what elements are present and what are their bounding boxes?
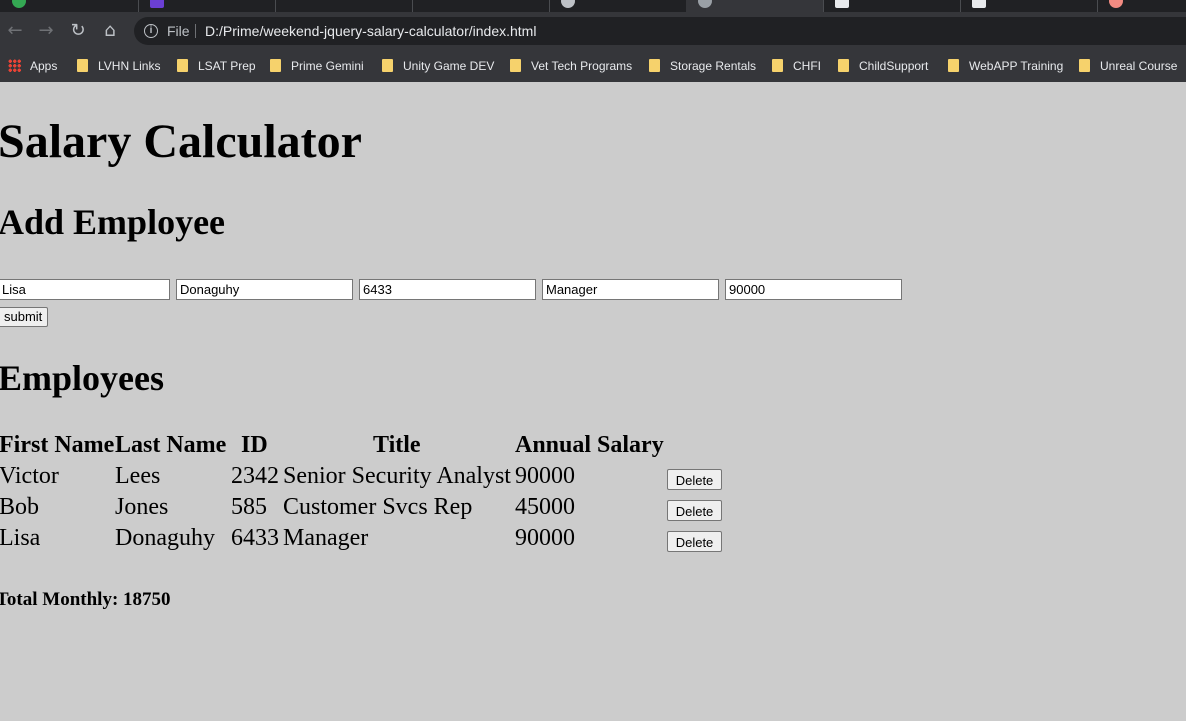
column-header-first-name: First Name [0,432,115,458]
bookmark-folder[interactable]: Storage Rentals [649,56,756,76]
cell-id: 585 [231,494,267,520]
bookmark-label: Storage Rentals [670,59,757,73]
bookmark-label: Prime Gemini [291,59,364,73]
cell-last-name: Lees [115,463,161,489]
tab-favicon-icon [698,0,712,8]
cell-first-name: Lisa [0,525,41,551]
folder-icon [948,59,959,72]
bookmark-folder[interactable]: WebAPP Training [948,56,1063,76]
bookmark-label: LVHN Links [98,59,161,73]
column-header-id: ID [241,432,268,458]
browser-tab[interactable] [412,0,550,12]
browser-tab[interactable] [1097,0,1186,12]
tab-favicon-icon [1109,0,1123,8]
folder-icon [1079,59,1090,72]
cell-salary: 90000 [515,525,575,551]
column-header-last-name: Last Name [115,432,227,458]
address-bar[interactable]: i File D:/Prime/weekend-jquery-salary-ca… [134,17,1186,45]
browser-tab[interactable] [275,0,413,12]
back-arrow-icon[interactable]: ← [4,20,26,42]
column-header-annual-salary: Annual Salary [515,432,664,458]
bookmark-label: WebAPP Training [969,59,1064,73]
bookmark-apps[interactable]: Apps [8,56,57,76]
bookmark-folder[interactable]: LVHN Links [77,56,160,76]
bookmark-folder[interactable]: Prime Gemini [270,56,364,76]
cell-id: 6433 [231,525,279,551]
add-employee-heading: Add Employee [0,202,226,242]
bookmark-folder[interactable]: CHFI [772,56,821,76]
browser-tab-active[interactable] [686,0,824,12]
cell-first-name: Victor [0,463,59,489]
bookmark-folder[interactable]: Vet Tech Programs [510,56,632,76]
submit-button[interactable]: submit [0,307,49,327]
cell-title: Customer Svcs Rep [283,494,473,520]
bookmark-label: CHFI [793,59,821,73]
address-url[interactable]: D:/Prime/weekend-jquery-salary-calculato… [205,17,536,45]
forward-arrow-icon[interactable]: → [35,20,57,42]
tab-favicon-icon [150,0,164,8]
browser-tab[interactable] [549,0,687,12]
bookmark-label: Apps [30,59,58,73]
folder-icon [177,59,188,72]
cell-title: Senior Security Analyst [283,463,511,489]
bookmark-label: ChildSupport [859,59,929,73]
browser-tab[interactable] [960,0,1098,12]
folder-icon [270,59,281,72]
bookmark-folder[interactable]: Unity Game DEV [382,56,494,76]
title-input[interactable] [542,279,719,300]
browser-tab[interactable] [823,0,961,12]
browser-tab-strip [0,0,1186,12]
reload-icon[interactable]: ↻ [67,20,89,42]
tab-favicon-icon [12,0,26,8]
total-monthly: Total Monthly: 18750 [0,589,171,610]
tab-favicon-icon [561,0,575,8]
cell-first-name: Bob [0,494,40,520]
id-input[interactable] [359,279,536,300]
folder-icon [77,59,88,72]
delete-button[interactable]: Delete [667,500,722,521]
bookmark-label: Unreal Course [1100,59,1178,73]
bookmark-label: Vet Tech Programs [531,59,633,73]
bookmark-label: LSAT Prep [198,59,256,73]
bookmark-folder[interactable]: LSAT Prep [177,56,256,76]
salary-input[interactable] [725,279,902,300]
browser-tab[interactable] [138,0,276,12]
folder-icon [772,59,783,72]
bookmark-label: Unity Game DEV [403,59,495,73]
cell-last-name: Donaguhy [115,525,215,551]
tab-favicon-icon [835,0,849,8]
delete-button[interactable]: Delete [667,469,722,490]
browser-toolbar: ← → ↻ ⌂ i File D:/Prime/weekend-jquery-s… [0,12,1186,50]
bookmarks-bar: Apps LVHN Links LSAT Prep Prime Gemini U… [0,50,1186,82]
home-icon[interactable]: ⌂ [99,20,121,42]
address-scheme-label: File [167,23,190,39]
cell-title: Manager [283,525,369,551]
last-name-input[interactable] [176,279,353,300]
apps-grid-icon [8,59,21,72]
address-divider [195,24,196,38]
bookmark-folder[interactable]: Unreal Course [1079,56,1177,76]
cell-salary: 90000 [515,463,575,489]
folder-icon [649,59,660,72]
employees-heading: Employees [0,358,164,398]
folder-icon [510,59,521,72]
first-name-input[interactable] [0,279,170,300]
info-icon[interactable]: i [144,24,158,38]
cell-id: 2342 [231,463,279,489]
column-header-title: Title [373,432,421,458]
page-title: Salary Calculator [0,115,362,168]
browser-tab[interactable] [0,0,139,12]
bookmark-folder[interactable]: ChildSupport [838,56,928,76]
tab-favicon-icon [972,0,986,8]
folder-icon [382,59,393,72]
cell-salary: 45000 [515,494,575,520]
folder-icon [838,59,849,72]
delete-button[interactable]: Delete [667,531,722,552]
page-content: Salary Calculator Add Employee submit Em… [0,82,1186,721]
cell-last-name: Jones [115,494,169,520]
